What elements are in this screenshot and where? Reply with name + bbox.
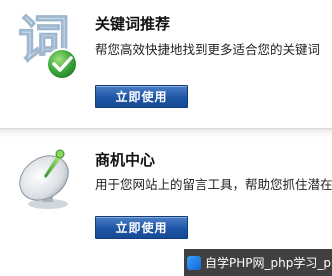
use-now-button[interactable]: 立即使用 <box>95 216 188 239</box>
card-title: 商机中心 <box>95 151 156 169</box>
watermark-text: 自学PHP网_php学习_php教 <box>205 256 332 270</box>
card-title: 关键词推荐 <box>95 15 171 33</box>
satellite-dish-icon <box>19 149 69 209</box>
ci-character-checkmark-icon: 词 <box>17 10 78 80</box>
card-description: 用于您网站上的留言工具，帮助您抓住潜在客 <box>95 177 332 192</box>
use-now-button[interactable]: 立即使用 <box>95 85 188 108</box>
site-watermark: 自学PHP网_php学习_php教 <box>184 249 332 276</box>
site-logo-icon <box>187 255 201 270</box>
keyword-recommendation-card: 词 关键词推荐 帮您高效快捷地找到更多适合您的关键词 立即使用 <box>0 0 332 128</box>
card-description: 帮您高效快捷地找到更多适合您的关键词 <box>95 42 321 57</box>
